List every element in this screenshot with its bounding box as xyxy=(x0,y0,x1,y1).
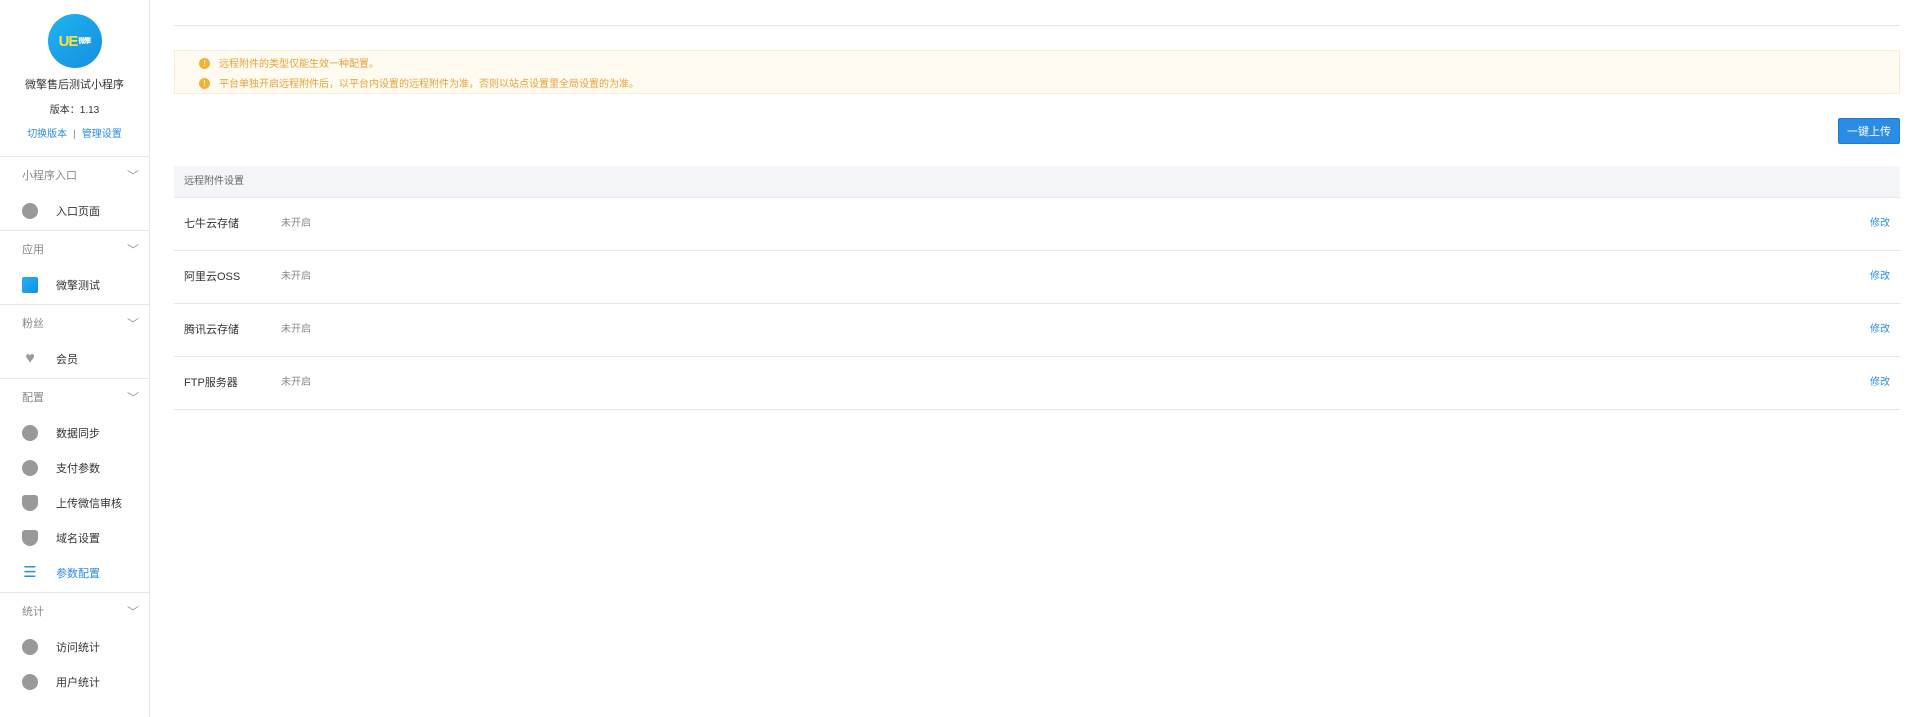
sidebar-item-label: 访问统计 xyxy=(56,642,100,654)
divider xyxy=(174,25,1900,26)
table-header: 远程附件设置 xyxy=(174,166,1900,198)
nav-group-title: 小程序入口 xyxy=(22,170,77,182)
sidebar-item-label: 支付参数 xyxy=(56,463,100,475)
brand-links: 切换版本 | 管理设置 xyxy=(0,125,149,140)
sidebar-item-label: 域名设置 xyxy=(56,533,100,545)
sidebar-item-test-app[interactable]: 微擎测试 xyxy=(0,269,149,304)
app-logo: UE 微擎 xyxy=(47,14,102,68)
one-click-upload-button[interactable]: 一键上传 xyxy=(1838,118,1900,144)
notice-text: 远程附件的类型仅能生效一种配置。 xyxy=(219,59,379,70)
edit-link[interactable]: 修改 xyxy=(1870,357,1890,409)
info-icon: ! xyxy=(199,57,210,69)
app-version: 版本：1.13 xyxy=(49,105,100,116)
app-name: 微擎售后测试小程序 xyxy=(25,79,124,91)
sidebar-item-label: 参数配置 xyxy=(56,568,100,580)
info-icon: ! xyxy=(199,77,210,89)
shield-icon xyxy=(22,495,38,512)
storage-name: FTP服务器 xyxy=(184,377,238,389)
notice-line: ! 远程附件的类型仅能生效一种配置。 xyxy=(199,55,1899,75)
table-row: 腾讯云存储 未开启 修改 xyxy=(174,304,1900,357)
storage-status: 未开启 xyxy=(281,324,311,335)
nav-group-title: 粉丝 xyxy=(22,318,44,330)
storage-name: 七牛云存储 xyxy=(184,218,239,230)
edit-link[interactable]: 修改 xyxy=(1870,251,1890,303)
remote-attachment-table: 远程附件设置 七牛云存储 未开启 修改 阿里云OSS 未开启 修改 腾讯云存储 … xyxy=(174,166,1900,410)
chart-icon xyxy=(22,674,38,691)
chart-icon xyxy=(22,639,38,656)
logo-small-text: 微擎 xyxy=(78,38,91,45)
storage-status: 未开启 xyxy=(281,271,311,282)
sidebar-item-entry-page[interactable]: 入口页面 xyxy=(0,195,149,230)
sidebar-item-label: 数据同步 xyxy=(56,428,100,440)
nav-group-title: 应用 xyxy=(22,244,44,256)
storage-status: 未开启 xyxy=(281,218,311,229)
brand-block: UE 微擎 微擎售后测试小程序 版本：1.13 切换版本 | 管理设置 xyxy=(0,0,149,157)
heart-icon: ♥ xyxy=(25,350,35,368)
chevron-down-icon: ﹀ xyxy=(126,243,139,257)
link-icon xyxy=(22,203,38,220)
switch-version-link[interactable]: 切换版本 xyxy=(27,129,67,140)
notice-box: ! 远程附件的类型仅能生效一种配置。 ! 平台单独开启远程附件后，以平台内设置的远程… xyxy=(174,50,1900,94)
sidebar-item-label: 会员 xyxy=(56,354,78,366)
list-icon: ☰ xyxy=(23,564,37,582)
chevron-down-icon: ﹀ xyxy=(126,317,139,331)
sidebar-item-label: 微擎测试 xyxy=(56,280,100,292)
main-content: ! 远程附件的类型仅能生效一种配置。 ! 平台单独开启远程附件后，以平台内设置的远程… xyxy=(174,0,1900,717)
nav-group-entry[interactable]: 小程序入口 ﹀ xyxy=(0,157,149,195)
sidebar-item-user-stats[interactable]: 用户统计 xyxy=(0,666,149,701)
nav-group-title: 配置 xyxy=(22,392,44,404)
link-icon xyxy=(22,425,38,442)
manage-settings-link[interactable]: 管理设置 xyxy=(82,129,122,140)
sidebar-item-param-config[interactable]: ☰ 参数配置 xyxy=(0,557,149,592)
chevron-down-icon: ﹀ xyxy=(126,169,139,183)
logo-text: UE xyxy=(58,32,79,50)
nav-group-apps[interactable]: 应用 ﹀ xyxy=(0,230,149,269)
edit-link[interactable]: 修改 xyxy=(1870,198,1890,250)
notice-line: ! 平台单独开启远程附件后，以平台内设置的远程附件为准，否则以站点设置里全局设置的… xyxy=(199,75,1899,95)
nav-group-config[interactable]: 配置 ﹀ xyxy=(0,378,149,417)
app-icon xyxy=(22,277,38,294)
table-row: FTP服务器 未开启 修改 xyxy=(174,357,1900,410)
sidebar-item-visit-stats[interactable]: 访问统计 xyxy=(0,631,149,666)
sidebar-item-domain-settings[interactable]: 域名设置 xyxy=(0,522,149,557)
table-row: 阿里云OSS 未开启 修改 xyxy=(174,251,1900,304)
storage-name: 腾讯云存储 xyxy=(184,324,239,336)
nav-group-title: 统计 xyxy=(22,606,44,618)
nav-group-stats[interactable]: 统计 ﹀ xyxy=(0,592,149,631)
chevron-down-icon: ﹀ xyxy=(126,391,139,405)
sidebar-item-label: 用户统计 xyxy=(56,677,100,689)
sidebar-item-wechat-review[interactable]: 上传微信审核 xyxy=(0,487,149,522)
notice-text: 平台单独开启远程附件后，以平台内设置的远程附件为准，否则以站点设置里全局设置的为… xyxy=(219,79,639,90)
link-separator: | xyxy=(73,129,76,140)
gear-icon xyxy=(22,460,38,477)
sidebar-item-data-sync[interactable]: 数据同步 xyxy=(0,417,149,452)
storage-status: 未开启 xyxy=(281,377,311,388)
shield-icon xyxy=(22,530,38,547)
sidebar-item-label: 入口页面 xyxy=(56,206,100,218)
table-row: 七牛云存储 未开启 修改 xyxy=(174,198,1900,251)
sidebar-item-members[interactable]: ♥ 会员 xyxy=(0,343,149,378)
nav-group-fans[interactable]: 粉丝 ﹀ xyxy=(0,304,149,343)
chevron-down-icon: ﹀ xyxy=(126,605,139,619)
sidebar: UE 微擎 微擎售后测试小程序 版本：1.13 切换版本 | 管理设置 小程序入口 ﹀… xyxy=(0,0,150,717)
sidebar-item-label: 上传微信审核 xyxy=(56,498,122,510)
storage-name: 阿里云OSS xyxy=(184,271,241,283)
edit-link[interactable]: 修改 xyxy=(1870,304,1890,356)
sidebar-item-payment-params[interactable]: 支付参数 xyxy=(0,452,149,487)
